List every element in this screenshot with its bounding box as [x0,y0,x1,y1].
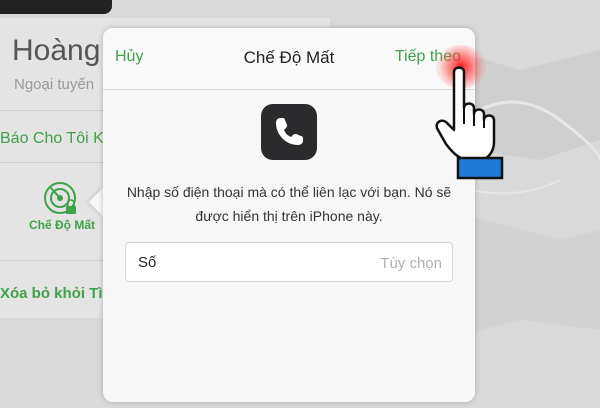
lost-mode-radar-icon [44,182,76,214]
instruction-text: Nhập số điện thoại mà có thể liên lạc vớ… [126,184,452,224]
lost-mode-dialog: Hủy Chế Độ Mất Tiếp theo Nhập số điện th… [103,28,475,402]
lost-mode-label: Chế Độ Mất [29,218,95,232]
pointing-hand-cursor-icon [435,66,504,180]
phone-number-field: Số [125,242,453,282]
dialog-content: Nhập số điện thoại mà có thể liên lạc vớ… [103,90,475,402]
phone-number-input[interactable] [186,249,442,277]
lost-mode-button[interactable]: Chế Độ Mất [18,180,106,240]
phone-number-label: Số [138,254,157,271]
device-thumbnail [0,0,112,14]
phone-icon [261,104,317,160]
dialog-nav-bar: Hủy Chế Độ Mất Tiếp theo [103,28,475,90]
device-status: Ngoại tuyến [14,76,95,93]
